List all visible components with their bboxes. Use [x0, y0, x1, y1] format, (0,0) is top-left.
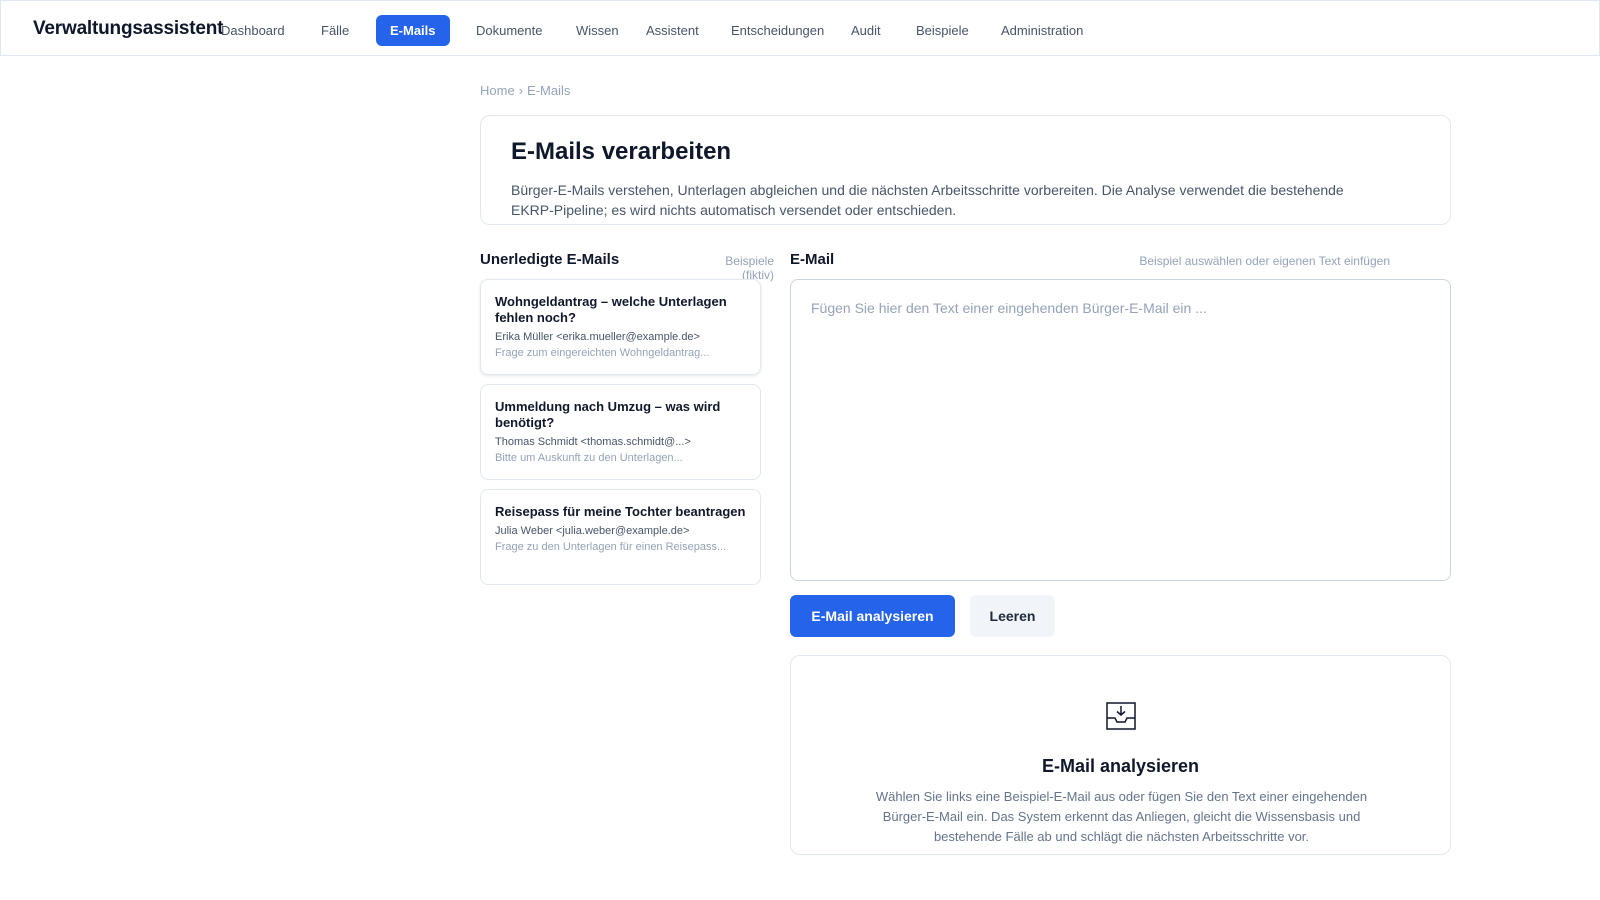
nav-item-entscheidungen[interactable]: Entscheidungen [717, 15, 838, 46]
editor-title: E-Mail [790, 251, 835, 268]
breadcrumb-current: E-Mails [527, 83, 571, 98]
breadcrumb-home[interactable]: Home [480, 83, 515, 98]
editor-hint: Beispiel auswählen oder eigenen Text ein… [1139, 254, 1390, 268]
nav-item-assistent[interactable]: Assistent [632, 15, 713, 46]
breadcrumb-separator: › [518, 83, 524, 98]
nav-item-emails[interactable]: E-Mails [376, 15, 450, 46]
inbox-hint: Beispiele (fiktiv) [725, 254, 774, 282]
nav-item-wissen[interactable]: Wissen [562, 15, 633, 46]
app-brand[interactable]: Verwaltungsassistent [33, 18, 223, 40]
empty-state-title: E-Mail analysieren [1041, 756, 1200, 776]
nav-item-dashboard[interactable]: Dashboard [207, 15, 299, 46]
analysis-empty-state: E-Mail analysieren Wählen Sie links eine… [790, 655, 1451, 855]
top-navigation: Verwaltungsassistent Dashboard Fälle E-M… [0, 0, 1600, 56]
page-description: Bürger-E-Mails verstehen, Unterlagen abg… [511, 182, 1344, 218]
nav-item-audit[interactable]: Audit [837, 15, 895, 46]
email-sender: Julia Weber <julia.weber@example.de> [495, 525, 690, 537]
email-snippet: Bitte um Auskunft zu den Unterlagen... [495, 452, 683, 464]
empty-state-text: Wählen Sie links eine Beispiel-E-Mail au… [875, 789, 1368, 844]
email-snippet: Frage zu den Unterlagen für einen Reisep… [495, 541, 727, 553]
email-subject: Wohngeldantrag – welche Unterlagen fehle… [495, 294, 727, 325]
nav-item-administration[interactable]: Administration [987, 15, 1097, 46]
analyze-email-button[interactable]: E-Mail analysieren [790, 595, 955, 637]
email-text-input[interactable] [790, 279, 1451, 581]
page-title: E-Mails verarbeiten [511, 138, 732, 165]
inbox-title: Unerledigte E-Mails [480, 251, 620, 268]
email-list-item[interactable]: Reisepass für meine Tochter beantragen J… [480, 489, 761, 585]
breadcrumb: Home › E-Mails [480, 83, 570, 98]
email-subject: Reisepass für meine Tochter beantragen [495, 504, 746, 519]
email-snippet: Frage zum eingereichten Wohngeldantrag..… [495, 347, 710, 359]
inbox-tray-icon [1106, 702, 1136, 730]
nav-item-dokumente[interactable]: Dokumente [462, 15, 556, 46]
email-sender: Thomas Schmidt <thomas.schmidt@...> [495, 436, 691, 448]
email-sender: Erika Müller <erika.mueller@example.de> [495, 331, 700, 343]
nav-item-beispiele[interactable]: Beispiele [902, 15, 983, 46]
email-subject: Ummeldung nach Umzug – was wird benötigt… [495, 399, 721, 430]
email-list-item[interactable]: Ummeldung nach Umzug – was wird benötigt… [480, 384, 761, 480]
page-header-card: E-Mails verarbeiten Bürger-E-Mails verst… [480, 115, 1451, 225]
email-list-item[interactable]: Wohngeldantrag – welche Unterlagen fehle… [480, 279, 761, 375]
nav-item-faelle[interactable]: Fälle [307, 15, 363, 46]
clear-button[interactable]: Leeren [970, 595, 1055, 637]
